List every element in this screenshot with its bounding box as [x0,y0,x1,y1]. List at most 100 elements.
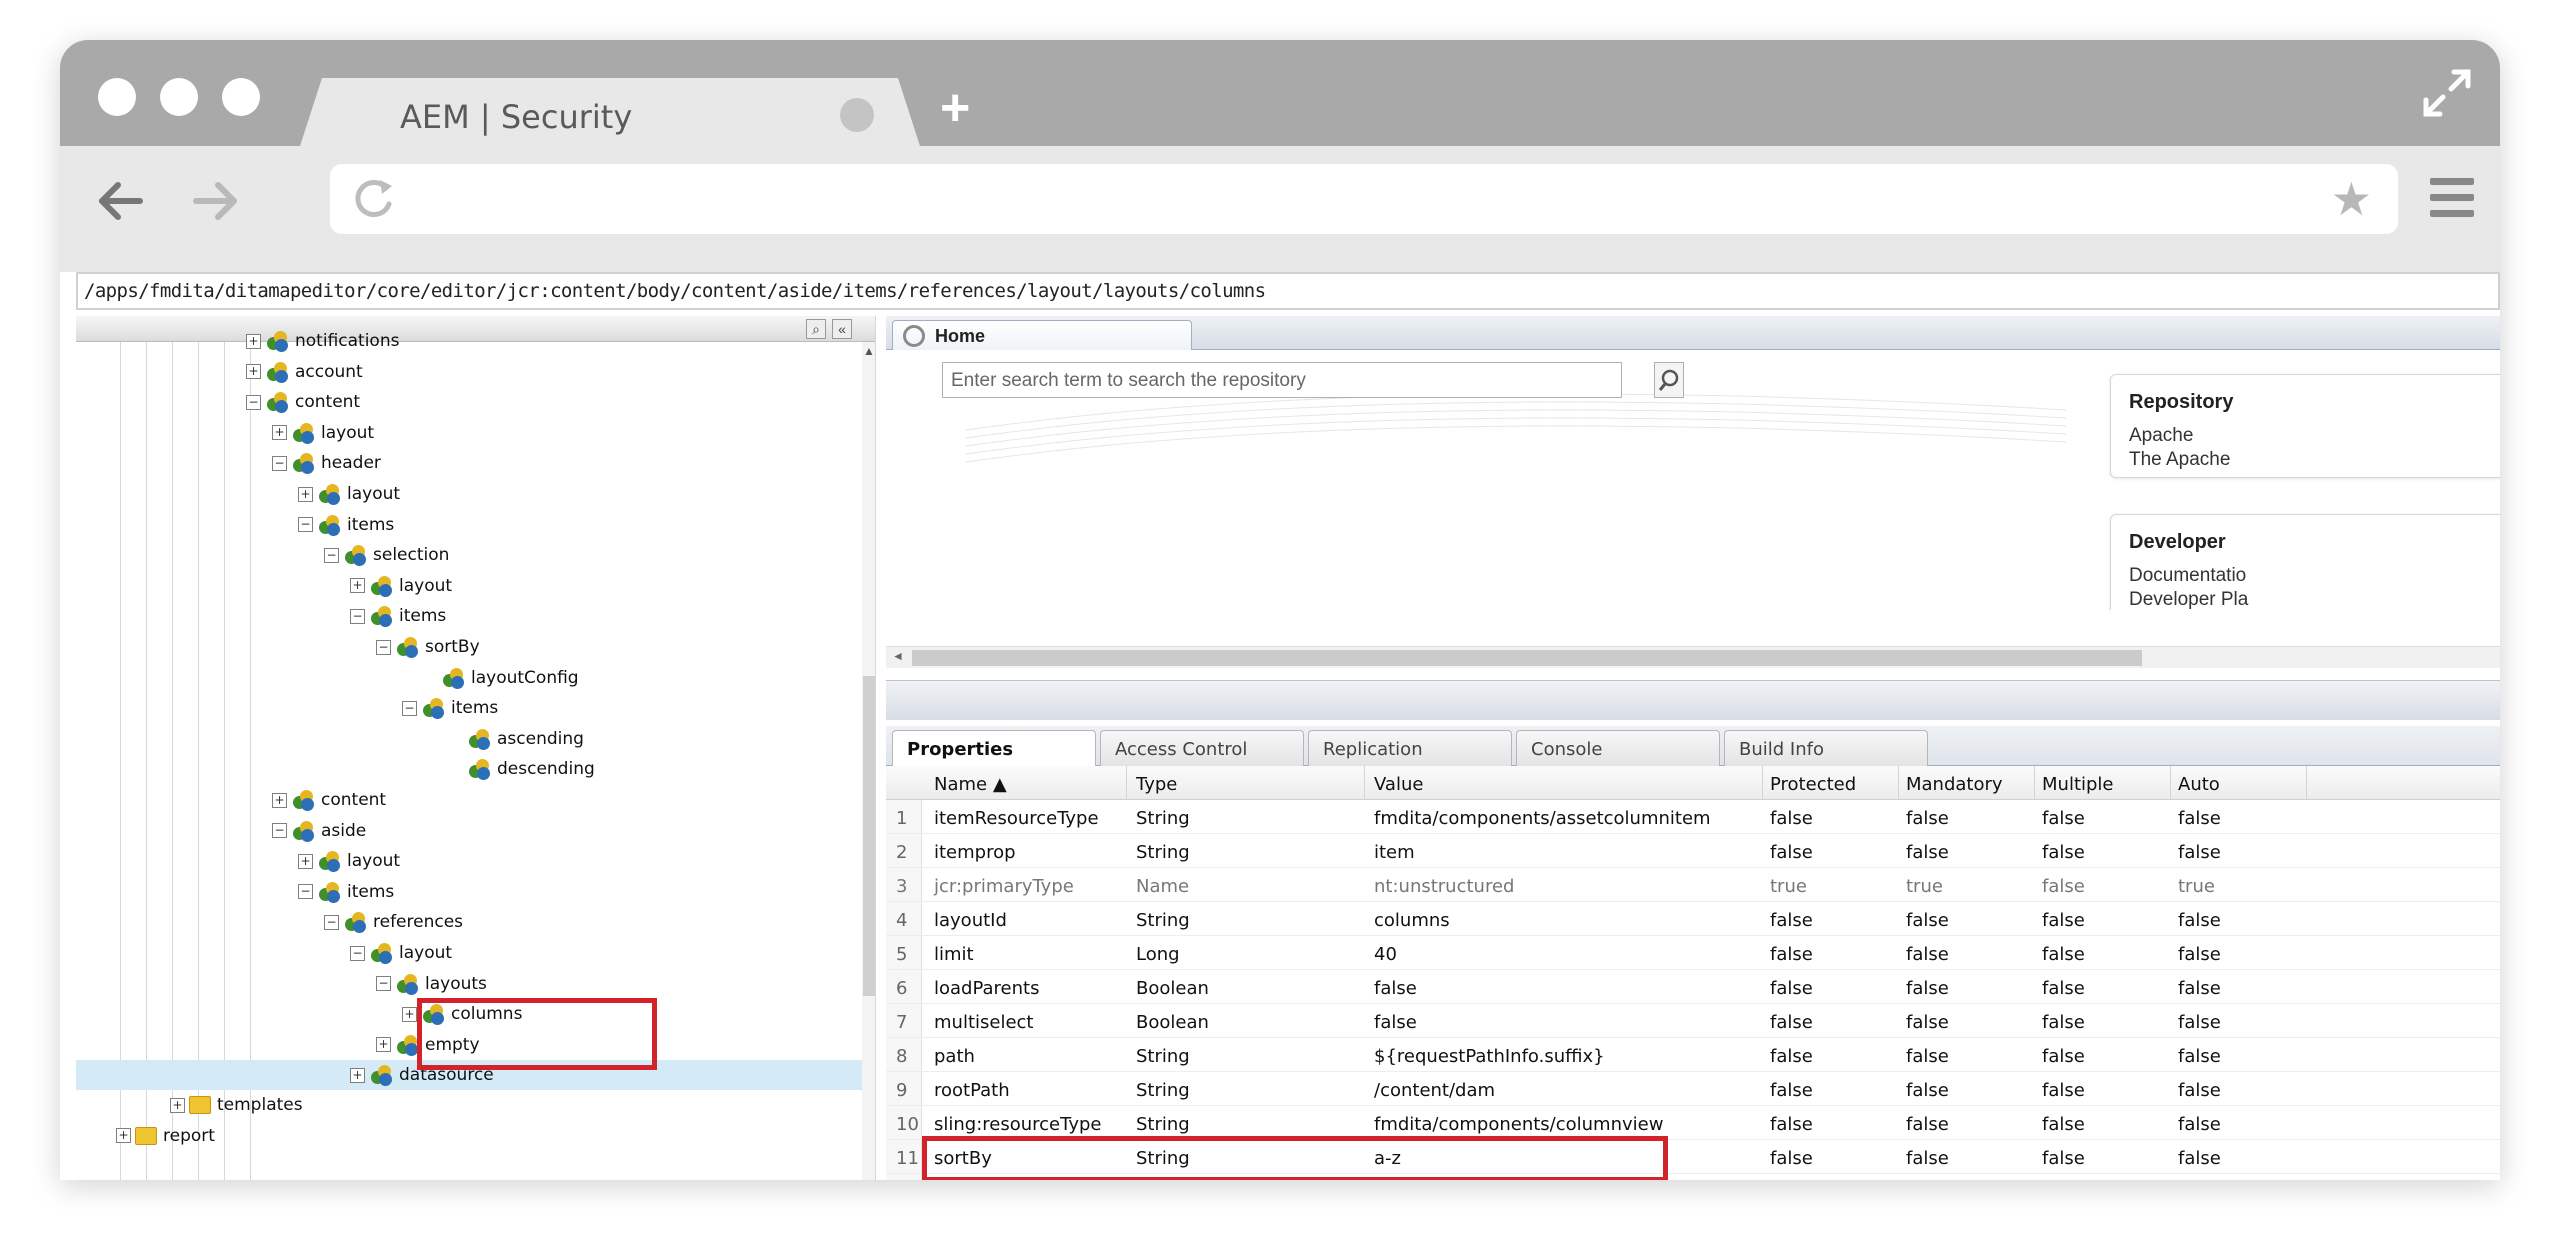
tree-node-layout[interactable]: − layout [350,942,452,972]
cell-value[interactable]: /content/dam [1374,1080,1495,1101]
cell-value[interactable]: fmdita/components/assetcolumnitem [1374,808,1711,829]
repository-line1[interactable]: Apache [2129,424,2491,448]
home-horizontal-scrollbar[interactable]: ◄ [886,646,2500,668]
window-minimize-dot[interactable] [160,78,198,116]
expand-icon[interactable]: + [350,1067,365,1083]
tab-properties[interactable]: Properties [892,730,1096,767]
tree-node-account[interactable]: + account [246,361,363,391]
cell-name[interactable]: itemprop [934,842,1016,863]
tree-node-header[interactable]: − header [272,452,381,482]
tree-node-content[interactable]: − content [246,391,360,421]
cell-value[interactable]: 40 [1374,944,1397,965]
property-row-itemresourcetype[interactable]: 1 itemResourceType String fmdita/components… [886,800,2500,834]
cell-mandatory[interactable]: false [1906,978,1949,999]
repository-line2[interactable]: The Apache [2129,448,2491,472]
cell-protected[interactable]: false [1770,1148,1813,1169]
collapse-icon[interactable]: − [324,914,339,930]
expand-icon[interactable]: + [272,425,287,441]
binoculars-icon[interactable]: ⌕ [806,319,826,339]
address-bar[interactable]: ★ [330,164,2398,234]
column-header-value[interactable]: Value [1374,774,1423,795]
property-row-sling-resourcetype[interactable]: 10 sling:resourceType String fmdita/compone… [886,1106,2500,1140]
cell-auto[interactable]: false [2178,910,2221,931]
collapse-icon[interactable]: − [298,517,313,533]
property-row-rootpath[interactable]: 9 rootPath String/content/dam false false fal… [886,1072,2500,1106]
tree-node-templates[interactable]: + templates [170,1095,303,1125]
tree-node-items[interactable]: − items [402,697,498,727]
cell-protected[interactable]: false [1770,1012,1813,1033]
expand-icon[interactable]: + [246,364,261,380]
cell-auto[interactable]: false [2178,842,2221,863]
cell-protected[interactable]: false [1770,1080,1813,1101]
cell-auto[interactable]: false [2178,1012,2221,1033]
expand-icon[interactable]: + [298,486,313,502]
column-header-mandatory[interactable]: Mandatory [1906,774,2003,795]
bookmark-star-icon[interactable]: ★ [2331,172,2372,226]
tree-node-layout[interactable]: + layout [272,422,374,452]
tab-replication[interactable]: Replication [1308,730,1512,766]
expand-icon[interactable]: + [246,333,261,349]
cell-type[interactable]: Long [1136,944,1180,965]
home-scroll-thumb[interactable] [912,650,2142,666]
cell-value[interactable]: item [1374,842,1415,863]
cell-type[interactable]: String [1136,1080,1190,1101]
cell-value[interactable]: fmdita/components/columnview [1374,1114,1663,1135]
cell-type[interactable]: String [1136,910,1190,931]
cell-multiple[interactable]: false [2042,808,2085,829]
expand-icon[interactable]: + [402,1006,417,1022]
expand-icon[interactable]: + [116,1128,131,1144]
cell-value[interactable]: false [1374,978,1417,999]
cell-auto[interactable]: true [2178,876,2215,897]
cell-type[interactable]: String [1136,808,1190,829]
panel-splitter[interactable] [886,680,2500,720]
cell-name[interactable]: jcr:primaryType [934,876,1074,897]
cell-multiple[interactable]: false [2042,910,2085,931]
cell-multiple[interactable]: false [2042,876,2085,897]
tree-node-layout[interactable]: + layout [298,483,400,513]
property-row-layoutid[interactable]: 4 layoutId String columns false false false fal… [886,902,2500,936]
expand-icon[interactable]: + [170,1097,185,1113]
tree-node-layoutconfig[interactable]: layoutConfig [422,667,579,697]
expand-icon[interactable]: + [298,853,313,869]
collapse-icon[interactable]: − [350,608,365,624]
window-close-dot[interactable] [98,78,136,116]
cell-mandatory[interactable]: false [1906,1046,1949,1067]
cell-protected[interactable]: false [1770,1114,1813,1135]
reload-icon[interactable] [350,174,396,224]
cell-type[interactable]: Boolean [1136,1012,1209,1033]
collapse-icon[interactable]: − [324,547,339,563]
window-maximize-dot[interactable] [222,78,260,116]
tree-node-items[interactable]: − items [298,514,394,544]
cell-name[interactable]: rootPath [934,1080,1010,1101]
cell-protected[interactable]: false [1770,808,1813,829]
column-header-name[interactable]: Name ▲ [934,774,1007,795]
collapse-icon[interactable]: − [376,976,391,992]
expand-icon[interactable]: + [376,1037,391,1053]
cell-value[interactable]: ${requestPathInfo.suffix} [1374,1046,1605,1067]
tree-node-items[interactable]: − items [298,881,394,911]
column-header-protected[interactable]: Protected [1770,774,1856,795]
cell-multiple[interactable]: false [2042,944,2085,965]
cell-auto[interactable]: false [2178,944,2221,965]
cell-auto[interactable]: false [2178,1046,2221,1067]
collapse-icon[interactable]: − [272,823,287,839]
tab-close-icon[interactable] [840,98,874,132]
repository-search-input[interactable]: Enter search term to search the reposito… [942,362,1622,398]
cell-protected[interactable]: true [1770,876,1807,897]
collapse-icon[interactable]: − [298,884,313,900]
cell-multiple[interactable]: false [2042,1046,2085,1067]
column-header-auto[interactable]: Auto [2178,774,2220,795]
scroll-left-icon[interactable]: ◄ [892,649,904,663]
node-path-field[interactable]: /apps/fmdita/ditamapeditor/core/editor/j… [76,272,2500,310]
fullscreen-expand-icon[interactable] [2420,66,2474,120]
browser-menu-icon[interactable] [2430,178,2474,222]
property-row-jcr-primarytype[interactable]: 3 jcr:primaryType Name nt:unstructured true t… [886,868,2500,902]
tab-home[interactable]: Home [892,320,1192,351]
cell-mandatory[interactable]: false [1906,808,1949,829]
cell-mandatory[interactable]: false [1906,910,1949,931]
back-arrow-icon[interactable] [96,176,146,226]
tree-node-descending[interactable]: descending [448,758,595,788]
search-button[interactable] [1654,362,1684,398]
collapse-icon[interactable]: − [246,394,261,410]
collapse-icon[interactable]: − [350,945,365,961]
